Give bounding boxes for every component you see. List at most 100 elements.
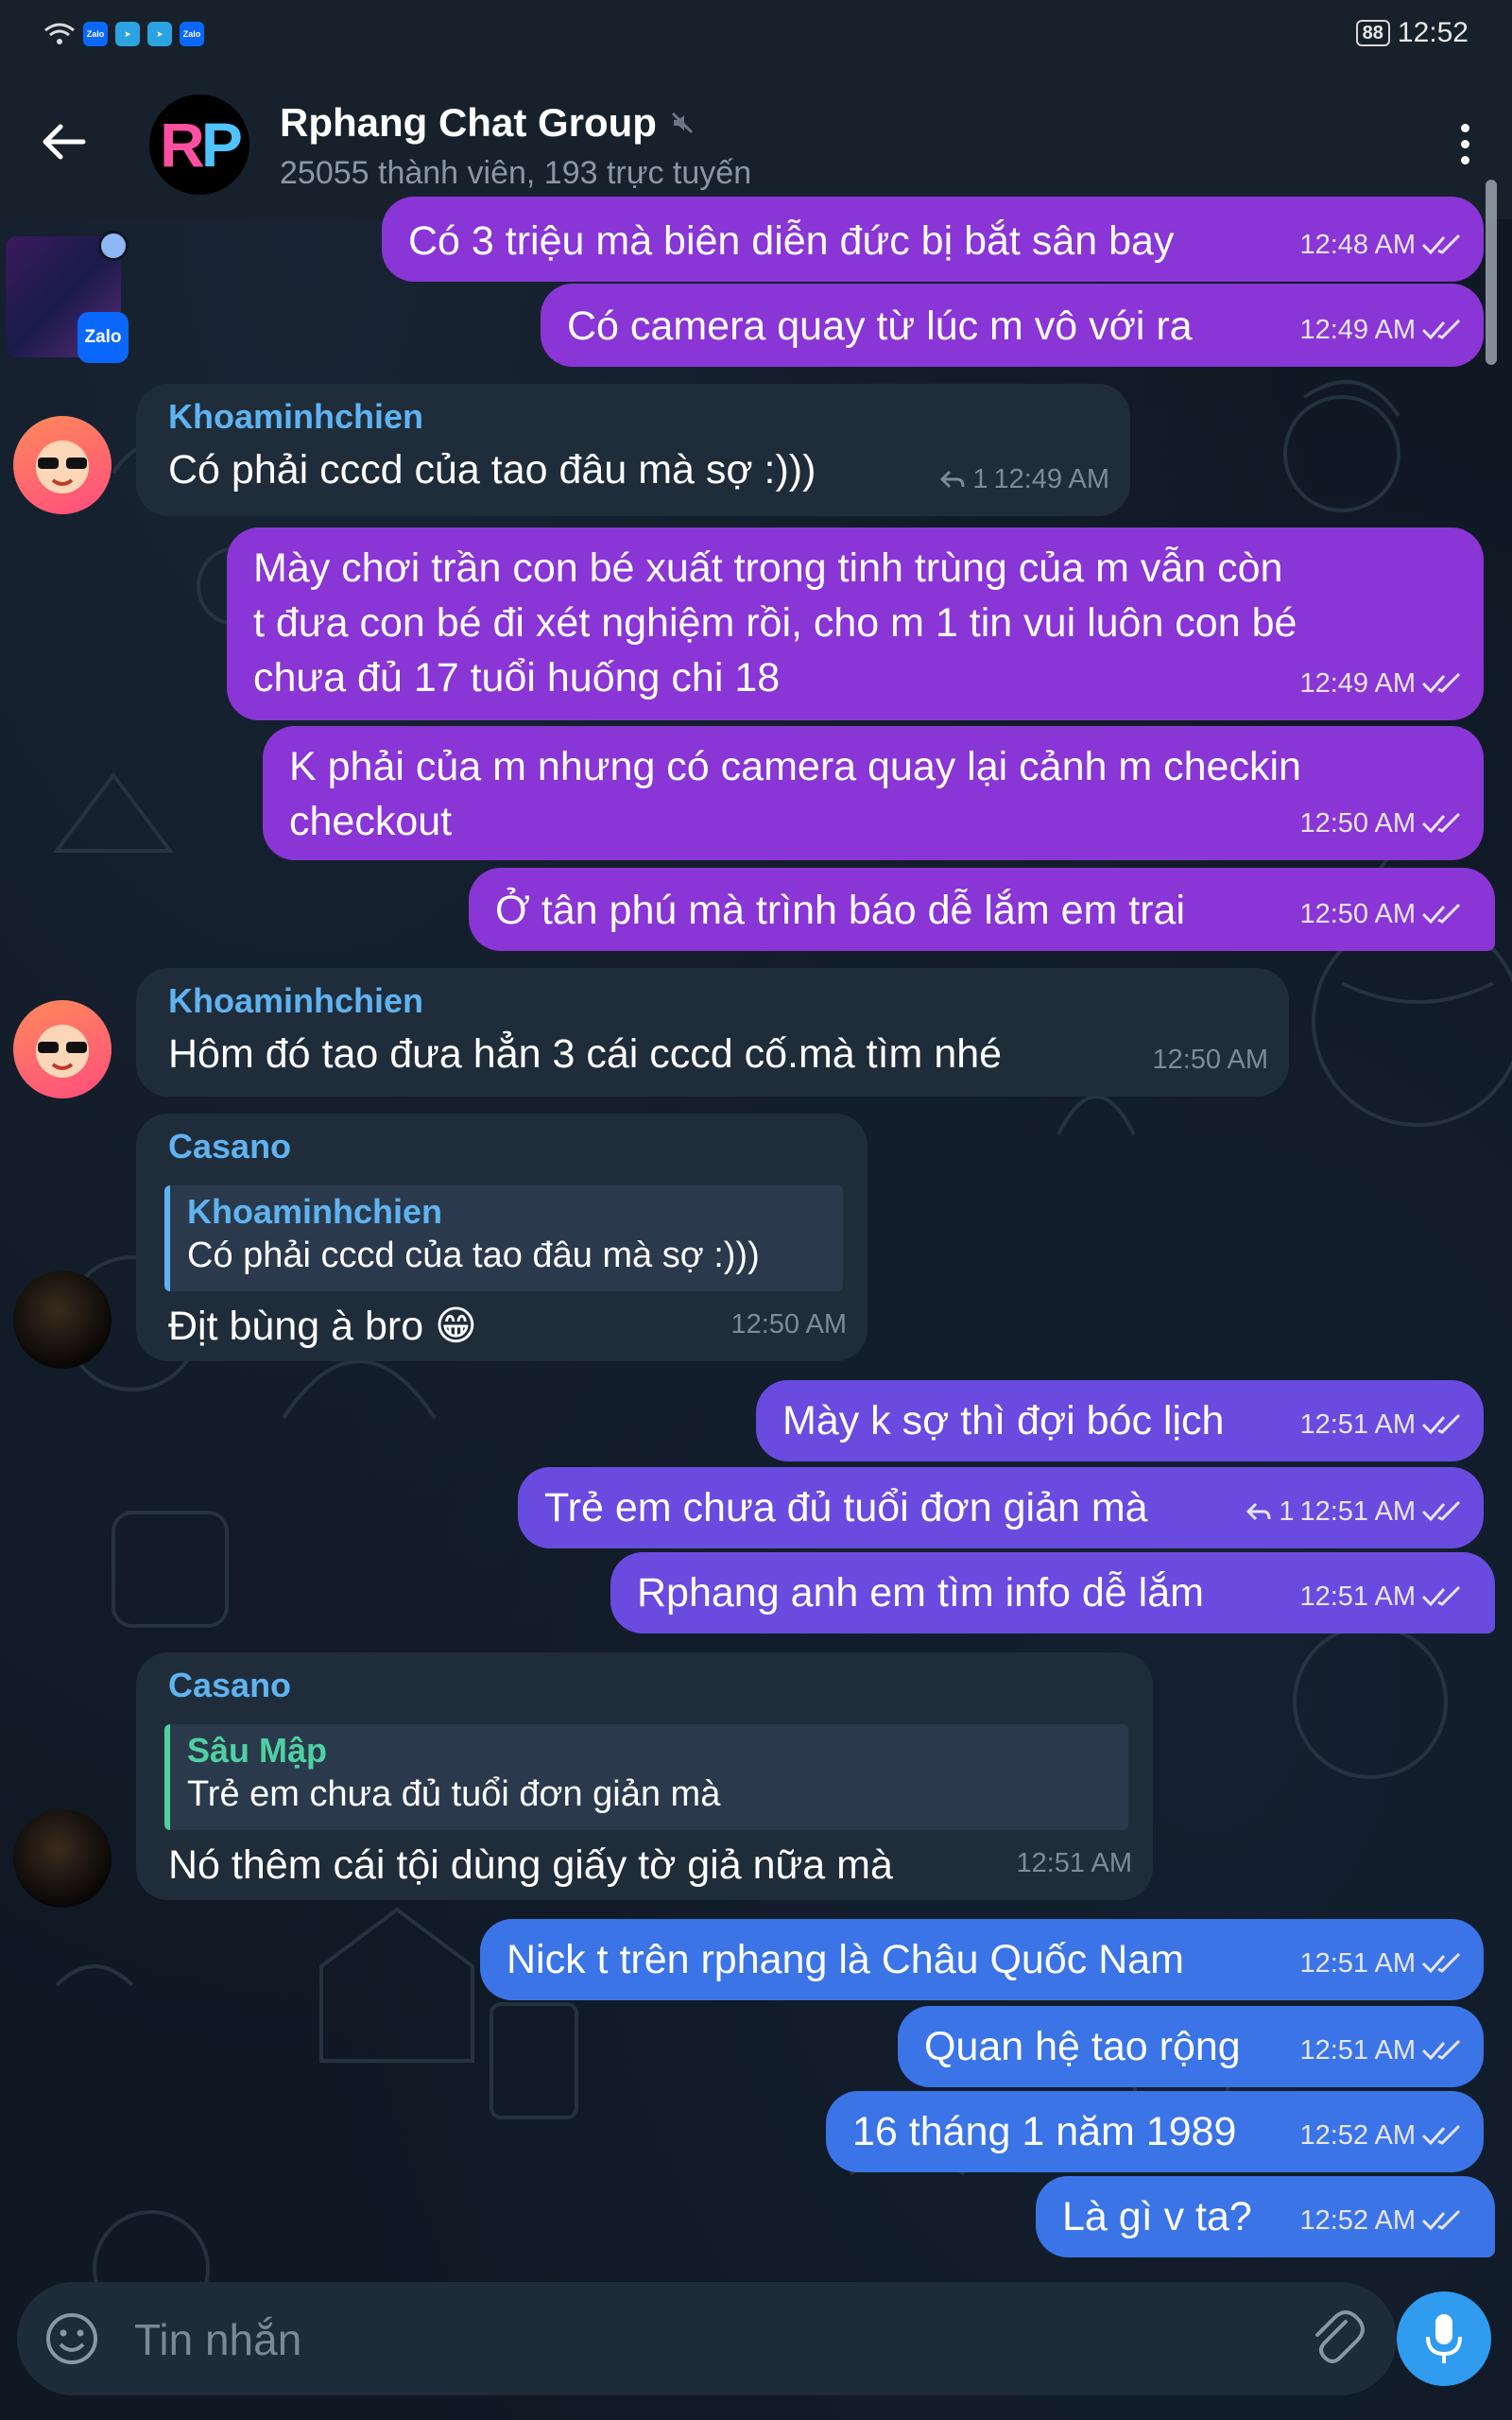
message-text: Mày k sợ thì đợi bóc lịch <box>782 1398 1225 1443</box>
zalo-notification-icon: Zalo <box>83 22 108 46</box>
reply-text: Trẻ em chưa đủ tuổi đơn giản mà <box>187 1774 721 1814</box>
status-bar: Zalo ➤ ➤ Zalo 88 12:52 <box>0 0 1512 68</box>
double-check-icon <box>1421 812 1461 834</box>
message-meta: 12:50 AM <box>1299 887 1463 942</box>
group-avatar[interactable]: RP <box>149 95 249 195</box>
emoji-icon[interactable] <box>43 2310 100 2367</box>
message-meta: 1 12:51 AM <box>1245 1484 1463 1539</box>
message-time: 12:49 AM <box>1299 315 1416 345</box>
message-outgoing[interactable]: Là gì v ta? 12:52 AM <box>1036 2176 1495 2257</box>
more-vert-icon[interactable] <box>1446 117 1484 170</box>
message-time: 12:50 AM <box>1299 899 1416 929</box>
mic-button[interactable] <box>1397 2291 1491 2386</box>
message-text: Ở tân phú mà trình báo dễ lắm em trai <box>495 888 1186 933</box>
message-time: 12:51 AM <box>1299 1409 1416 1440</box>
message-outgoing[interactable]: Có 3 triệu mà biên diễn đức bị bắt sân b… <box>382 197 1484 282</box>
message-time: 12:51 AM <box>1299 1948 1416 1979</box>
message-meta: 12:51 AM <box>1299 2023 1463 2078</box>
message-text: Quan hệ tao rộng <box>924 2024 1241 2069</box>
double-check-icon <box>1421 672 1461 694</box>
avatar-letter: R <box>160 110 205 180</box>
message-time: 12:50 AM <box>730 1309 847 1340</box>
reply-quote[interactable]: Khoaminhchien Có phải cccd của tao đâu m… <box>164 1185 843 1291</box>
message-meta: 12:50 AM <box>1299 796 1463 851</box>
message-meta: 12:51 AM <box>1299 1936 1463 1991</box>
reply-count: 1 <box>1279 1496 1295 1527</box>
mic-icon <box>1426 2314 1462 2363</box>
attach-icon[interactable] <box>1308 2308 1368 2369</box>
message-input-bar: Tin nhắn <box>17 2282 1397 2395</box>
sunglasses-emoji-icon <box>36 441 89 493</box>
double-check-icon <box>1421 1952 1461 1974</box>
reply-icon <box>940 470 965 489</box>
message-time: 12:49 AM <box>993 464 1109 494</box>
message-text: Là gì v ta? <box>1062 2194 1252 2239</box>
group-title[interactable]: Rphang Chat Group <box>280 100 695 146</box>
double-check-icon <box>1421 233 1461 255</box>
message-outgoing[interactable]: Có camera quay từ lúc m vô với ra 12:49 … <box>541 284 1484 367</box>
message-outgoing[interactable]: Nick t trên rphang là Châu Quốc Nam 12:5… <box>480 1919 1484 2000</box>
clock: 12:52 <box>1397 17 1469 48</box>
message-outgoing[interactable]: 16 tháng 1 năm 1989 12:52 AM <box>826 2091 1484 2172</box>
member-count: 25055 thành viên, 193 trực tuyến <box>280 155 752 191</box>
message-input[interactable]: Tin nhắn <box>134 2314 301 2365</box>
message-outgoing[interactable]: Rphang anh em tìm info dễ lắm 12:51 AM <box>610 1552 1495 1634</box>
avatar[interactable] <box>13 1000 112 1098</box>
message-incoming[interactable]: Casano Khoaminhchien Có phải cccd của ta… <box>136 1114 868 1361</box>
message-outgoing[interactable]: Ở tân phú mà trình báo dễ lắm em trai 12… <box>469 868 1495 951</box>
message-text: Hôm đó tao đưa hẳn 3 cái cccd cố.mà tìm … <box>168 1031 1003 1077</box>
reply-count: 1 <box>972 464 988 494</box>
group-name: Rphang Chat Group <box>280 100 657 145</box>
message-outgoing[interactable]: Mày k sợ thì đợi bóc lịch 12:51 AM <box>756 1380 1484 1461</box>
message-meta: 12:49 AM <box>1299 302 1463 357</box>
double-check-icon <box>1421 1585 1461 1607</box>
message-text: Nick t trên rphang là Châu Quốc Nam <box>507 1937 1184 1982</box>
message-time: 12:50 AM <box>1152 1045 1268 1075</box>
message-text: Mày chơi trần con bé xuất trong tinh trù… <box>253 545 1297 700</box>
message-meta: 12:50 AM <box>1152 1032 1268 1087</box>
message-meta: 12:52 AM <box>1299 2193 1463 2248</box>
telegram-notification-icon: ➤ <box>147 22 172 46</box>
message-meta: 12:51 AM <box>1016 1836 1132 1891</box>
message-meta: 12:49 AM <box>1299 656 1463 711</box>
message-time: 12:51 AM <box>1299 1496 1416 1527</box>
double-check-icon <box>1421 903 1461 925</box>
message-incoming[interactable]: Casano Sâu Mập Trẻ em chưa đủ tuổi đơn g… <box>136 1652 1153 1900</box>
back-arrow-icon[interactable] <box>38 115 91 168</box>
sender-name[interactable]: Casano <box>168 1125 291 1168</box>
reply-sender: Sâu Mập <box>187 1731 328 1770</box>
avatar[interactable] <box>13 1270 112 1369</box>
reply-icon <box>1246 1502 1271 1521</box>
reply-quote[interactable]: Sâu Mập Trẻ em chưa đủ tuổi đơn giản mà <box>164 1724 1128 1830</box>
reply-text: Có phải cccd của tao đâu mà sợ :))) <box>187 1236 760 1275</box>
message-time: 12:48 AM <box>1299 230 1416 260</box>
zalo-icon[interactable]: Zalo <box>77 312 129 363</box>
message-meta: 12:51 AM <box>1299 1569 1463 1624</box>
sender-name[interactable]: Casano <box>168 1664 291 1707</box>
message-incoming[interactable]: Khoaminhchien Có phải cccd của tao đâu m… <box>136 384 1130 516</box>
sender-name[interactable]: Khoaminhchien <box>168 979 423 1023</box>
message-text: Trẻ em chưa đủ tuổi đơn giản mà <box>544 1485 1148 1530</box>
message-outgoing[interactable]: Quan hệ tao rộng 12:51 AM <box>898 2006 1484 2087</box>
scrollbar[interactable] <box>1486 180 1497 365</box>
message-time: 12:51 AM <box>1016 1848 1132 1878</box>
message-outgoing[interactable]: Mày chơi trần con bé xuất trong tinh trù… <box>227 527 1484 720</box>
message-time: 12:52 AM <box>1299 2120 1416 2151</box>
avatar[interactable] <box>13 416 112 514</box>
double-check-icon <box>1421 2209 1461 2231</box>
floating-indicator-dot <box>98 231 129 261</box>
message-outgoing[interactable]: Trẻ em chưa đủ tuổi đơn giản mà 1 12:51 … <box>518 1467 1484 1548</box>
avatar-letter: P <box>200 110 243 180</box>
message-meta: 1 12:49 AM <box>938 452 1109 507</box>
sender-name[interactable]: Khoaminhchien <box>168 395 423 439</box>
message-meta: 12:50 AM <box>730 1297 847 1352</box>
message-text: K phải của m nhưng có camera quay lại cả… <box>289 744 1301 844</box>
message-time: 12:49 AM <box>1299 668 1416 699</box>
message-incoming[interactable]: Khoaminhchien Hôm đó tao đưa hẳn 3 cái c… <box>136 968 1289 1097</box>
avatar[interactable] <box>13 1809 112 1908</box>
message-time: 12:50 AM <box>1299 808 1416 838</box>
status-icons-left: Zalo ➤ ➤ Zalo <box>43 21 204 47</box>
sunglasses-emoji-icon <box>36 1025 89 1078</box>
message-outgoing[interactable]: K phải của m nhưng có camera quay lại cả… <box>263 726 1484 860</box>
wifi-icon <box>44 23 75 44</box>
